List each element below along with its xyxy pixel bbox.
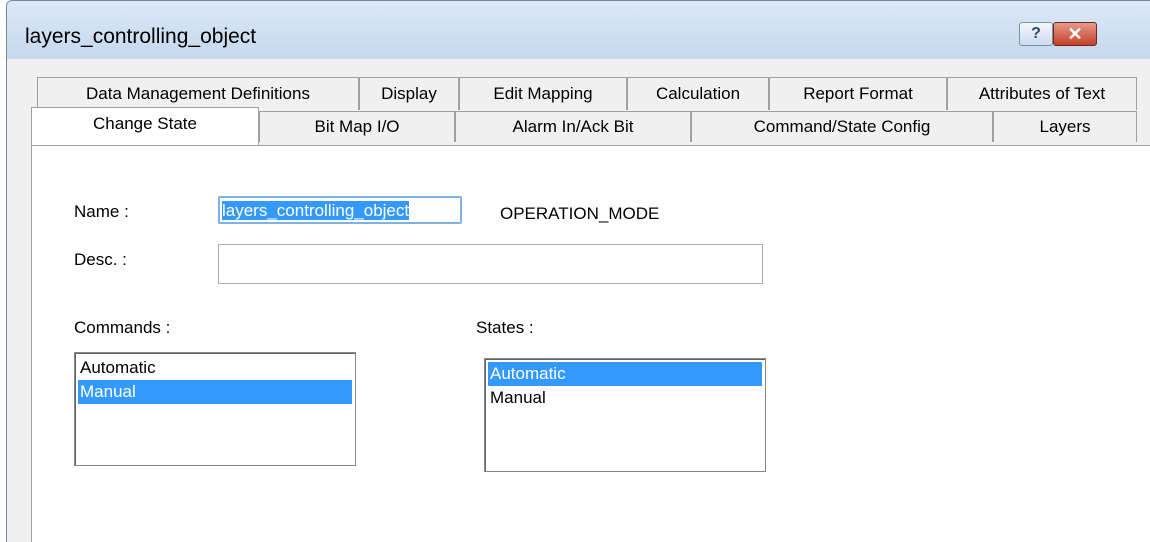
tab-display[interactable]: Display (359, 77, 459, 110)
object-type-text: OPERATION_MODE (500, 204, 660, 223)
tab-label: Command/State Config (753, 117, 931, 136)
tab-calculation[interactable]: Calculation (627, 77, 769, 110)
tab-bit-map-io[interactable]: Bit Map I/O (259, 111, 455, 142)
tab-label: Change State (93, 114, 197, 133)
close-icon: ✕ (1067, 23, 1083, 44)
title-bar: layers_controlling_object ? ✕ (7, 1, 1150, 59)
tab-report-format[interactable]: Report Format (769, 77, 947, 110)
close-button[interactable]: ✕ (1053, 22, 1097, 46)
tab-layers[interactable]: Layers (993, 111, 1137, 142)
tab-label: Bit Map I/O (314, 117, 400, 136)
change-state-page: Name : layers_controlling_object OPERATI… (31, 145, 1150, 542)
tab-change-state[interactable]: Change State (31, 107, 259, 145)
name-field-value: layers_controlling_object (222, 201, 410, 220)
window-title: layers_controlling_object (25, 25, 257, 48)
tab-alarm-in-ack-bit[interactable]: Alarm In/Ack Bit (455, 111, 691, 142)
dialog-window: layers_controlling_object ? ✕ Data Manag… (6, 0, 1150, 542)
tab-command-state-config[interactable]: Command/State Config (691, 111, 993, 142)
states-label: States : (476, 318, 534, 337)
desc-field[interactable] (218, 244, 763, 284)
list-item[interactable]: Manual (78, 380, 352, 404)
list-item[interactable]: Automatic (78, 356, 352, 380)
list-item[interactable]: Automatic (488, 362, 762, 386)
help-button[interactable]: ? (1019, 22, 1053, 46)
tab-label: Display (381, 84, 437, 103)
tab-label: Data Management Definitions (86, 84, 310, 103)
tab-edit-mapping[interactable]: Edit Mapping (459, 77, 627, 110)
tab-label: Report Format (803, 84, 913, 103)
tab-label: Edit Mapping (493, 84, 593, 103)
commands-label: Commands : (74, 318, 171, 337)
tab-label: Layers (1039, 117, 1091, 136)
tab-data-management-definitions[interactable]: Data Management Definitions (37, 77, 359, 110)
tab-label: Attributes of Text (978, 84, 1106, 103)
name-field[interactable]: layers_controlling_object (218, 196, 462, 224)
list-item[interactable]: Manual (488, 386, 762, 410)
tab-label: Calculation (655, 84, 741, 103)
help-icon: ? (1031, 25, 1041, 42)
tab-attributes-of-text[interactable]: Attributes of Text (947, 77, 1137, 110)
tab-label: Alarm In/Ack Bit (512, 117, 634, 136)
states-listbox[interactable]: Automatic Manual (484, 358, 766, 472)
dialog-body: Data Management Definitions Display Edit… (7, 59, 1150, 542)
commands-listbox[interactable]: Automatic Manual (74, 352, 356, 466)
desc-label: Desc. : (74, 250, 127, 269)
name-label: Name : (74, 202, 129, 221)
